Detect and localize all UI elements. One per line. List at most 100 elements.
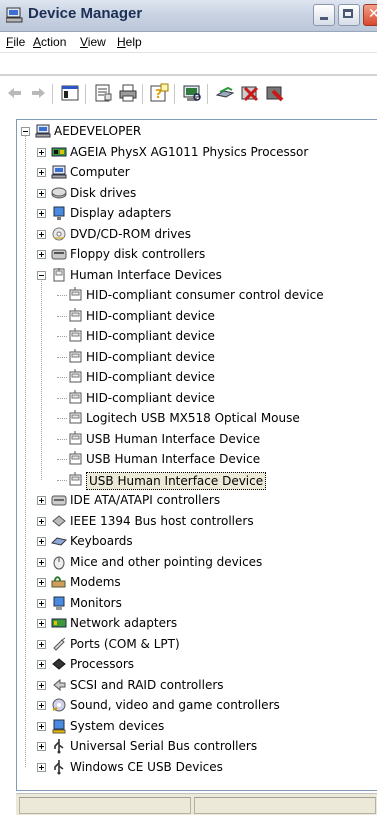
tree-category[interactable]: IEEE 1394 Bus host controllers xyxy=(17,511,377,531)
expand-button[interactable] xyxy=(37,578,46,587)
tree-category[interactable]: Floppy disk controllers xyxy=(17,244,377,264)
device-tree[interactable]: AEDEVELOPER AGEIA PhysX AG1011 Physics Pr… xyxy=(16,119,377,791)
hid-device-icon xyxy=(69,451,82,465)
expand-button[interactable] xyxy=(37,209,46,218)
monitor-icon xyxy=(53,596,65,610)
close-button[interactable] xyxy=(363,4,377,26)
tree-device[interactable]: Logitech USB MX518 Optical Mouse xyxy=(17,408,377,428)
tree-category[interactable]: Display adapters xyxy=(17,203,377,223)
tree-device[interactable]: USB Human Interface Device xyxy=(17,429,377,449)
expand-button[interactable] xyxy=(37,229,46,239)
print-icon[interactable] xyxy=(117,82,139,104)
tree-category[interactable]: Human Interface Devices xyxy=(17,265,377,285)
hid-device-icon xyxy=(69,369,82,383)
tree-item-label: AGEIA PhysX AG1011 Physics Processor xyxy=(70,144,309,159)
tree-item-label: USB Human Interface Device xyxy=(86,431,261,446)
expand-button[interactable] xyxy=(37,168,46,177)
menu-action[interactable]: Action xyxy=(33,35,66,49)
scan-hardware-icon[interactable] xyxy=(181,82,203,104)
expand-button[interactable] xyxy=(37,250,46,259)
tree-root[interactable]: AEDEVELOPER xyxy=(17,121,377,141)
selected-device-label: USB Human Interface Device xyxy=(86,471,267,490)
hid-device-icon xyxy=(69,389,82,403)
tree-category[interactable]: AGEIA PhysX AG1011 Physics Processor xyxy=(17,142,377,162)
back-icon[interactable] xyxy=(4,82,26,104)
tree-device[interactable]: HID-compliant device xyxy=(17,306,377,326)
menu-bar: File Action View Help xyxy=(0,32,377,53)
menu-file[interactable]: File xyxy=(6,35,25,49)
tree-category[interactable]: Windows CE USB Devices xyxy=(17,757,377,777)
maximize-button[interactable] xyxy=(338,4,360,26)
tree-item-label: Ports (COM & LPT) xyxy=(70,636,180,651)
show-hide-tree-icon[interactable] xyxy=(59,82,81,104)
tree-device[interactable]: USB Human Interface Device xyxy=(17,470,377,490)
properties-icon[interactable] xyxy=(92,82,114,104)
tree-category[interactable]: Monitors xyxy=(17,593,377,613)
expand-button[interactable] xyxy=(37,557,46,567)
expand-button[interactable] xyxy=(37,598,46,608)
tree-category[interactable]: SCSI and RAID controllers xyxy=(17,675,377,695)
root-computer-icon xyxy=(35,124,51,138)
port-icon xyxy=(53,637,66,651)
tree-item-label: Keyboards xyxy=(70,534,133,548)
tree-device[interactable]: HID-compliant device xyxy=(17,388,377,408)
help-icon[interactable]: ? xyxy=(148,82,170,104)
tree-item-label: HID-compliant device xyxy=(86,308,215,323)
update-driver-icon[interactable] xyxy=(214,82,236,104)
expand-button[interactable] xyxy=(37,762,46,772)
title-bar[interactable]: Device Manager xyxy=(0,0,377,32)
hid-device-icon xyxy=(69,410,82,424)
tree-category[interactable]: Computer xyxy=(17,162,377,182)
expand-button[interactable] xyxy=(37,188,46,198)
hid-icon xyxy=(53,267,65,281)
hid-device-icon xyxy=(69,348,82,362)
expand-button[interactable] xyxy=(37,680,46,690)
tree-item-label: Floppy disk controllers xyxy=(70,247,206,261)
expand-button[interactable] xyxy=(37,660,46,669)
tree-device[interactable]: HID-compliant device xyxy=(17,367,377,387)
tree-category[interactable]: Keyboards xyxy=(17,531,377,551)
menu-help[interactable]: Help xyxy=(117,35,142,49)
tree-device[interactable]: HID-compliant device xyxy=(17,347,377,367)
collapse-button[interactable] xyxy=(37,270,46,280)
tree-category[interactable]: Network adapters xyxy=(17,613,377,633)
expand-button[interactable] xyxy=(37,496,46,505)
tree-category[interactable]: System devices xyxy=(17,716,377,736)
expand-button[interactable] xyxy=(37,147,46,157)
minimize-button[interactable] xyxy=(313,4,335,26)
tree-category[interactable]: IDE ATA/ATAPI controllers xyxy=(17,490,377,510)
expand-button[interactable] xyxy=(37,701,46,710)
tree-item-label: Modems xyxy=(70,575,121,589)
tree-category[interactable]: Sound, video and game controllers xyxy=(17,695,377,715)
disable-icon[interactable] xyxy=(264,82,286,104)
tree-category[interactable]: DVD/CD-ROM drives xyxy=(17,224,377,244)
tree-item-label: System devices xyxy=(70,718,165,733)
expand-button[interactable] xyxy=(37,721,46,731)
tree-category[interactable]: Mice and other pointing devices xyxy=(17,552,377,572)
menu-view[interactable]: View xyxy=(80,35,106,49)
expand-button[interactable] xyxy=(37,516,46,526)
tree-category[interactable]: Modems xyxy=(17,572,377,592)
system-devices-icon xyxy=(52,719,66,733)
tree-category[interactable]: Disk drives xyxy=(17,183,377,203)
tree-device[interactable]: HID-compliant consumer control device xyxy=(17,285,377,305)
tree-device[interactable]: USB Human Interface Device xyxy=(17,449,377,469)
processor-icon xyxy=(52,658,66,670)
tree-category[interactable]: Universal Serial Bus controllers xyxy=(17,736,377,756)
uninstall-icon[interactable] xyxy=(239,82,261,104)
expand-button[interactable] xyxy=(37,537,46,546)
forward-icon[interactable] xyxy=(27,82,49,104)
mouse-icon xyxy=(53,556,65,569)
collapse-button[interactable] xyxy=(21,127,30,136)
device-manager-icon xyxy=(6,7,23,23)
tree-category[interactable]: Ports (COM & LPT) xyxy=(17,634,377,654)
status-panel-1 xyxy=(19,797,191,814)
tree-item-label: Network adapters xyxy=(70,616,178,630)
expand-button[interactable] xyxy=(37,639,46,649)
expand-button[interactable] xyxy=(37,742,46,751)
tree-category[interactable]: Processors xyxy=(17,654,377,674)
tree-item-label: IDE ATA/ATAPI controllers xyxy=(70,493,221,507)
tree-device[interactable]: HID-compliant device xyxy=(17,326,377,346)
expand-button[interactable] xyxy=(37,619,46,628)
tree-item-label: Processors xyxy=(70,657,135,671)
